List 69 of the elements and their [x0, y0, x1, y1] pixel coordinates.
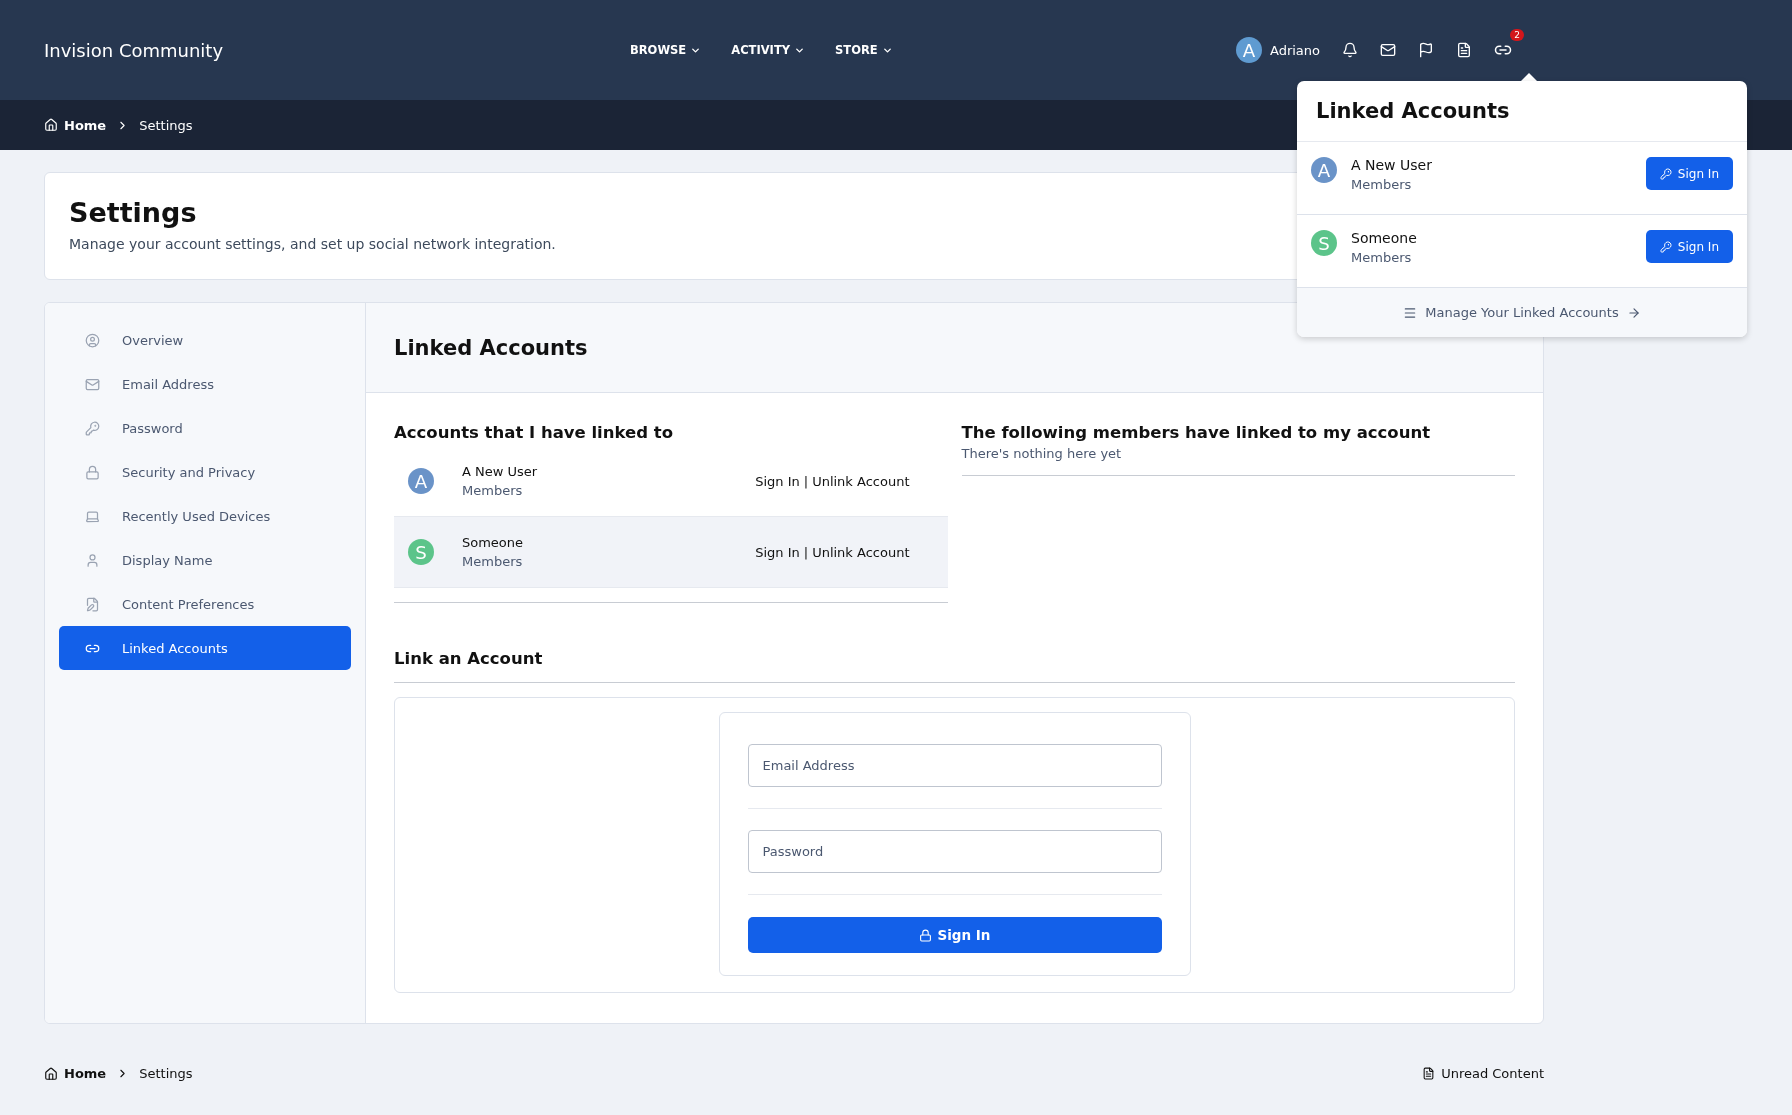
user-menu[interactable]: A Adriano	[1236, 37, 1321, 63]
column-heading: Accounts that I have linked to	[394, 423, 675, 442]
account-group: Members	[462, 483, 728, 498]
sidebar-item[interactable]: Recently Used Devices	[59, 494, 351, 538]
account-name: Someone	[1351, 230, 1418, 246]
unlink-account-link[interactable]: Unlink Account	[812, 544, 910, 560]
column-heading: The following members have linked to my account	[961, 423, 1432, 442]
unread-content-link[interactable]: Unread Content	[1422, 1066, 1544, 1081]
sign-in-button[interactable]: Sign In	[1645, 157, 1733, 190]
page-description: Manage your account settings, and set up social network integration.	[69, 236, 556, 252]
laptop-icon	[85, 508, 100, 524]
account-name: Someone	[462, 535, 525, 550]
key-icon	[85, 420, 100, 436]
envelope-icon[interactable]	[1380, 42, 1397, 58]
avatar: S	[1311, 230, 1337, 256]
arrow-right-icon	[1626, 305, 1641, 320]
separator: |	[803, 473, 809, 489]
lock-icon	[85, 464, 100, 480]
link-account-heading: Link an Account	[394, 649, 1515, 683]
sidebar-item[interactable]: Content Preferences	[59, 582, 351, 626]
menu-icon	[1403, 305, 1418, 320]
separator: |	[803, 544, 809, 560]
nav-menu-item[interactable]: ACTIVITY	[731, 43, 806, 57]
avatar: A	[1311, 157, 1337, 183]
input-field[interactable]: Email Address	[747, 744, 1162, 787]
breadcrumb-link[interactable]: Home	[44, 117, 107, 133]
key-icon	[1659, 167, 1672, 180]
sidebar-item[interactable]: Overview	[59, 318, 351, 362]
nav-menu-item[interactable]: BROWSE	[630, 43, 702, 57]
account-group: Members	[462, 554, 728, 569]
notification-badge: 2	[1510, 29, 1525, 41]
breadcrumb-link[interactable]: Settings	[139, 1066, 193, 1081]
manage-linked-accounts-link[interactable]: Manage Your Linked Accounts	[1297, 288, 1747, 337]
site-title[interactable]: Invision Community	[44, 39, 544, 61]
breadcrumb-link[interactable]: Home	[44, 1066, 107, 1081]
home-icon	[44, 118, 58, 132]
document-icon[interactable]	[1456, 42, 1473, 58]
sidebar-item[interactable]: Security and Privacy	[59, 450, 351, 494]
avatar: A	[408, 468, 434, 494]
key-icon	[1659, 240, 1672, 253]
breadcrumb-link[interactable]: Settings	[139, 117, 193, 133]
sign-in-link[interactable]: Sign In	[755, 544, 800, 560]
account-name: A New User	[462, 464, 539, 479]
sidebar-item[interactable]: Display Name	[59, 538, 351, 582]
sidebar-item[interactable]: Password	[59, 406, 351, 450]
account-name: A New User	[1351, 157, 1433, 173]
lock-icon	[918, 928, 932, 942]
page-title: Settings	[69, 197, 198, 228]
bell-icon[interactable]	[1342, 42, 1359, 58]
document-icon	[1422, 1067, 1436, 1080]
account-group: Members	[1351, 250, 1632, 265]
account-group: Members	[1351, 177, 1632, 192]
sign-in-button[interactable]: Sign In	[1645, 230, 1733, 263]
avatar: S	[408, 539, 434, 565]
home-icon	[44, 1066, 58, 1081]
nav-menu-item[interactable]: STORE	[835, 43, 893, 57]
envelope-icon	[85, 376, 100, 392]
flag-icon[interactable]	[1418, 42, 1435, 58]
empty-message: There's nothing here yet	[961, 446, 1515, 476]
sign-in-button[interactable]: Sign In	[747, 917, 1162, 953]
sidebar-item[interactable]: Email Address	[59, 362, 351, 406]
user-circle-icon	[85, 332, 100, 348]
document-pen-icon	[85, 596, 100, 612]
section-title: Linked Accounts	[394, 335, 588, 360]
input-field[interactable]: Password	[747, 830, 1162, 873]
unlink-account-link[interactable]: Unlink Account	[812, 473, 910, 489]
sign-in-link[interactable]: Sign In	[755, 473, 800, 489]
sidebar-item[interactable]: Linked Accounts	[59, 626, 351, 670]
user-icon	[85, 552, 100, 568]
